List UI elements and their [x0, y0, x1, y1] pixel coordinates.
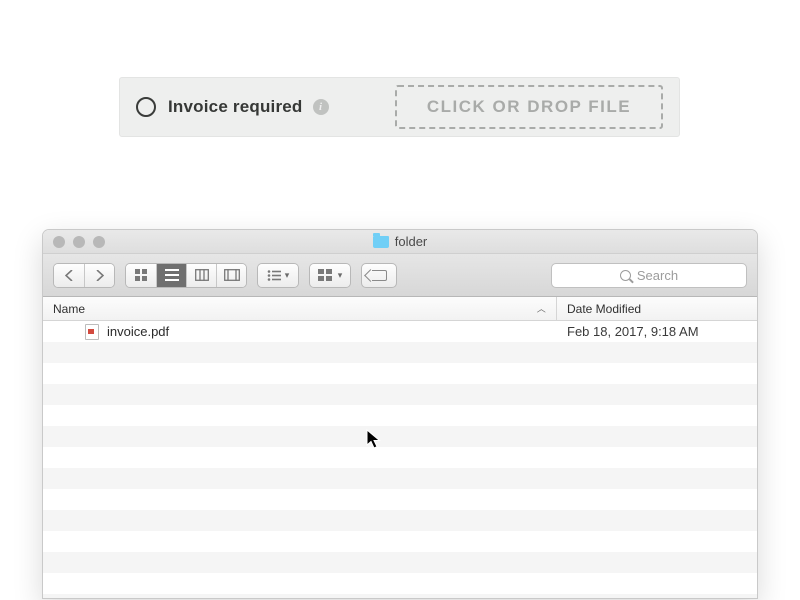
- table-row: [43, 447, 757, 468]
- chevron-down-icon: ▾: [285, 270, 290, 281]
- table-row: [43, 489, 757, 510]
- forward-button[interactable]: [84, 264, 114, 287]
- finder-window: folder: [42, 229, 758, 599]
- info-icon[interactable]: i: [313, 99, 329, 115]
- table-row: [43, 510, 757, 531]
- window-title: folder: [395, 234, 428, 249]
- window-controls: [53, 236, 105, 248]
- action-button[interactable]: ▾: [310, 264, 350, 287]
- column-header-date-label: Date Modified: [567, 302, 641, 316]
- pdf-file-icon: [85, 324, 99, 340]
- table-row: [43, 405, 757, 426]
- file-name: invoice.pdf: [107, 324, 169, 339]
- coverflow-view-button[interactable]: [216, 264, 246, 287]
- fullscreen-window-button[interactable]: [93, 236, 105, 248]
- search-input[interactable]: Search: [551, 263, 747, 288]
- tag-icon: [372, 270, 387, 281]
- arrange-group: ▾: [257, 263, 299, 288]
- table-row: [43, 342, 757, 363]
- minimize-window-button[interactable]: [73, 236, 85, 248]
- finder-toolbar: ▾ ▾ Search: [43, 254, 757, 297]
- invoice-required-label: Invoice required: [168, 97, 303, 117]
- close-window-button[interactable]: [53, 236, 65, 248]
- dropzone-label: CLICK OR DROP FILE: [427, 97, 631, 117]
- invoice-upload-bar: Invoice required i CLICK OR DROP FILE: [119, 77, 680, 137]
- search-icon: [620, 270, 631, 281]
- search-placeholder: Search: [637, 268, 678, 283]
- sort-ascending-icon: 〈: [535, 304, 548, 313]
- file-dropzone[interactable]: CLICK OR DROP FILE: [395, 85, 663, 129]
- tags-button[interactable]: [361, 263, 397, 288]
- invoice-required-radio[interactable]: [136, 97, 156, 117]
- arrange-button[interactable]: ▾: [258, 264, 298, 287]
- table-row: [43, 594, 757, 598]
- icon-view-button[interactable]: [126, 264, 156, 287]
- view-mode-group: [125, 263, 247, 288]
- table-row: [43, 426, 757, 447]
- column-header-name[interactable]: Name 〈: [43, 297, 557, 320]
- table-row: [43, 552, 757, 573]
- file-list: invoice.pdf Feb 18, 2017, 9:18 AM: [43, 321, 757, 598]
- back-button[interactable]: [54, 264, 84, 287]
- column-headers: Name 〈 Date Modified: [43, 297, 757, 321]
- folder-icon: [373, 236, 389, 248]
- table-row: [43, 363, 757, 384]
- nav-back-forward: [53, 263, 115, 288]
- chevron-down-icon: ▾: [338, 270, 343, 281]
- column-header-date[interactable]: Date Modified: [557, 297, 757, 320]
- table-row: [43, 531, 757, 552]
- file-date: Feb 18, 2017, 9:18 AM: [557, 324, 757, 339]
- finder-titlebar[interactable]: folder: [43, 230, 757, 254]
- table-row: [43, 384, 757, 405]
- table-row: [43, 468, 757, 489]
- table-row: [43, 573, 757, 594]
- action-group: ▾: [309, 263, 351, 288]
- column-header-name-label: Name: [53, 302, 85, 316]
- list-view-button[interactable]: [156, 264, 186, 287]
- column-view-button[interactable]: [186, 264, 216, 287]
- table-row[interactable]: invoice.pdf Feb 18, 2017, 9:18 AM: [43, 321, 757, 342]
